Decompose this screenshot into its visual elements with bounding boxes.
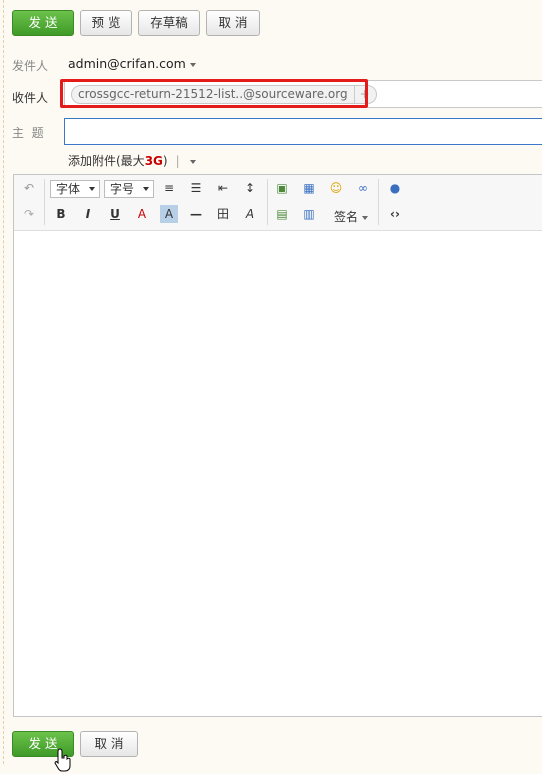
attachment-max-size: 3G xyxy=(144,154,163,168)
recipient-label: 收件人 xyxy=(12,91,49,105)
signature-label: 签名 xyxy=(334,210,359,224)
bold-icon[interactable]: B xyxy=(52,205,70,223)
attachment-prefix: 添加附件(最大 xyxy=(68,154,145,168)
page-dashed-border xyxy=(3,0,4,764)
editor-toolbar: ↶ 字体 字号 ≡ ☰ ⇤ ↕ ▣ ▦ ☺ ∞ ● ↷ B I U A A — … xyxy=(14,175,542,231)
sender-select[interactable]: admin@crifan.com xyxy=(68,56,196,71)
emoji-icon[interactable]: ☺ xyxy=(327,179,345,197)
signature-select[interactable]: 签名 xyxy=(334,208,369,225)
link-icon[interactable]: ∞ xyxy=(354,179,372,197)
sender-label: 发件人 xyxy=(12,59,49,73)
table-icon[interactable]: 田 xyxy=(214,205,232,223)
add-attachment-link[interactable]: 添加附件(最大3G) | xyxy=(68,152,196,169)
clear-format-icon[interactable]: A xyxy=(241,205,259,223)
chevron-down-icon xyxy=(143,187,149,191)
calendar-icon[interactable]: ▥ xyxy=(300,205,318,223)
toolbar-separator xyxy=(44,179,45,225)
toolbar-separator xyxy=(378,179,379,225)
chevron-down-icon[interactable] xyxy=(189,159,196,164)
cancel-button[interactable]: 取 消 xyxy=(206,10,260,36)
save-draft-button[interactable]: 存草稿 xyxy=(138,10,200,36)
horizontal-rule-icon[interactable]: — xyxy=(187,205,205,223)
redo-icon[interactable]: ↷ xyxy=(20,205,38,223)
subject-label: 主 题 xyxy=(12,126,44,140)
undo-icon[interactable]: ↶ xyxy=(20,179,38,197)
chevron-down-icon xyxy=(89,187,95,191)
italic-icon[interactable]: I xyxy=(79,205,97,223)
message-editor[interactable]: ↶ 字体 字号 ≡ ☰ ⇤ ↕ ▣ ▦ ☺ ∞ ● ↷ B I U A A — … xyxy=(13,174,542,717)
insert-image-icon[interactable]: ▣ xyxy=(273,179,291,197)
chevron-down-icon xyxy=(189,62,196,67)
align-icon[interactable]: ≡ xyxy=(160,179,178,197)
attachment-suffix: ) xyxy=(162,154,168,168)
font-size-label: 字号 xyxy=(110,182,135,196)
font-family-select[interactable]: 字体 xyxy=(50,180,100,198)
font-color-icon[interactable]: A xyxy=(133,205,151,223)
toolbar-separator xyxy=(267,179,268,225)
list-icon[interactable]: ☰ xyxy=(187,179,205,197)
line-height-icon[interactable]: ↕ xyxy=(241,179,259,197)
source-code-icon[interactable]: ‹› xyxy=(386,205,404,223)
screenshot-icon[interactable]: ▦ xyxy=(300,179,318,197)
font-size-select[interactable]: 字号 xyxy=(104,180,154,198)
highlight-color-icon[interactable]: A xyxy=(160,205,178,223)
bottom-cancel-button[interactable]: 取 消 xyxy=(80,731,138,757)
send-button[interactable]: 发 送 xyxy=(12,10,74,36)
recipient-highlight-box xyxy=(60,79,368,108)
font-family-label: 字体 xyxy=(56,182,81,196)
subject-input[interactable] xyxy=(64,118,542,145)
hand-cursor-icon xyxy=(54,748,71,772)
stationery-icon[interactable]: ▤ xyxy=(273,205,291,223)
sender-address: admin@crifan.com xyxy=(68,56,186,71)
underline-icon[interactable]: U xyxy=(106,205,124,223)
indent-icon[interactable]: ⇤ xyxy=(214,179,232,197)
preview-button[interactable]: 预 览 xyxy=(80,10,132,36)
chevron-down-icon xyxy=(362,215,369,220)
attachment-divider: | xyxy=(175,154,180,168)
microphone-icon[interactable]: ● xyxy=(386,179,404,197)
